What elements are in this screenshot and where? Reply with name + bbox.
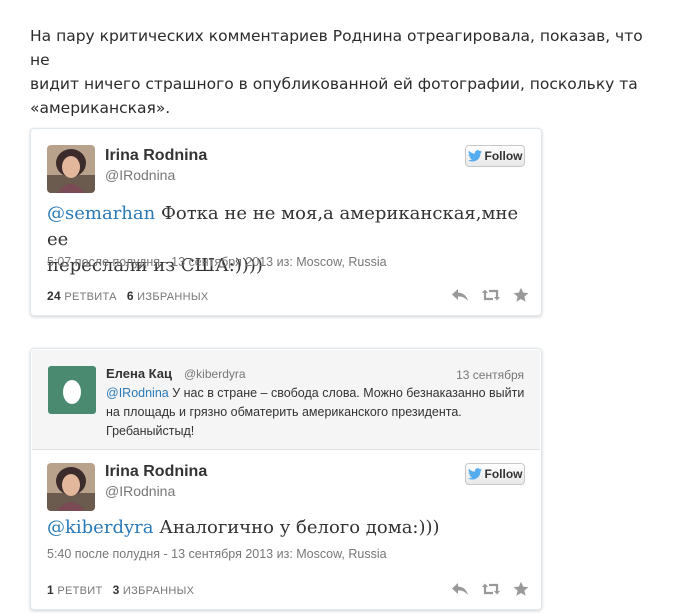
favorite-label: ИЗБРАННЫХ <box>137 291 209 303</box>
embedded-tweet-2: Елена Кац @kiberdyra 13 сентября @IRodni… <box>30 348 542 610</box>
tweet-timestamp[interactable]: 5:40 после полудня - 13 сентября 2013 из… <box>47 547 387 561</box>
avatar[interactable] <box>47 463 95 511</box>
retweet-label: РЕТВИТА <box>64 291 117 303</box>
mention-link[interactable]: @semarhan <box>47 203 155 224</box>
context-text-line: Гребаныйстыд! <box>106 424 195 438</box>
tweet-stats: 1 РЕТВИТ 3 ИЗБРАННЫХ <box>47 583 194 597</box>
tweet-actions <box>451 287 529 303</box>
retweet-count[interactable]: 24 <box>47 289 61 303</box>
tweet-actions <box>451 581 529 597</box>
twitter-bird-icon <box>467 150 482 162</box>
favorite-star-icon[interactable] <box>513 581 529 597</box>
retweet-count[interactable]: 1 <box>47 583 54 597</box>
tweet-stats: 24 РЕТВИТА 6 ИЗБРАННЫХ <box>47 289 209 303</box>
twitter-bird-icon <box>467 468 482 480</box>
embedded-tweet-1: Irina Rodnina @IRodnina Follow @semarhan… <box>30 128 542 316</box>
reply-icon[interactable] <box>451 581 469 597</box>
context-text-line: на площадь и грязно обматерить американс… <box>106 405 462 419</box>
context-author-handle[interactable]: @kiberdyra <box>184 367 246 381</box>
default-egg-avatar[interactable] <box>48 366 96 414</box>
retweet-label: РЕТВИТ <box>57 585 103 597</box>
favorite-count[interactable]: 6 <box>127 289 134 303</box>
tweet-text: @kiberdyra Аналогично у белого дома:))) <box>47 515 527 541</box>
tweet-timestamp[interactable]: 5:07 после полудня - 13 сентября 2013 из… <box>47 255 387 269</box>
avatar[interactable] <box>47 145 95 193</box>
favorite-count[interactable]: 3 <box>113 583 120 597</box>
retweet-icon[interactable] <box>481 581 501 597</box>
paragraph-line: видит ничего страшного в опубликованной … <box>30 75 638 93</box>
reply-icon[interactable] <box>451 287 469 303</box>
author-name[interactable]: Irina Rodnina <box>105 147 207 165</box>
author-handle[interactable]: @IRodnina <box>105 483 175 499</box>
follow-button[interactable]: Follow <box>465 145 525 167</box>
retweet-icon[interactable] <box>481 287 501 303</box>
paragraph-line: На пару критических комментариев Роднина… <box>30 27 643 69</box>
paragraph-line: «американская». <box>30 99 171 117</box>
tweet-text-line: Аналогично у белого дома:))) <box>153 517 440 538</box>
author-handle[interactable]: @IRodnina <box>105 167 175 183</box>
follow-label: Follow <box>484 467 523 481</box>
favorite-star-icon[interactable] <box>513 287 529 303</box>
favorite-label: ИЗБРАННЫХ <box>122 585 195 597</box>
context-date[interactable]: 13 сентября <box>456 368 524 382</box>
mention-link[interactable]: @IRodnina <box>106 386 169 400</box>
context-author-name[interactable]: Елена Кац <box>106 366 172 381</box>
follow-button[interactable]: Follow <box>465 463 525 485</box>
in-reply-to-tweet[interactable]: Елена Кац @kiberdyra 13 сентября @IRodni… <box>32 350 540 450</box>
follow-label: Follow <box>484 149 523 163</box>
mention-link[interactable]: @kiberdyra <box>47 517 153 538</box>
author-name[interactable]: Irina Rodnina <box>105 463 207 481</box>
context-text-line: У нас в стране – свобода слова. Можно бе… <box>168 386 525 400</box>
article-paragraph: На пару критических комментариев Роднина… <box>30 24 660 120</box>
context-tweet-text: @IRodnina У нас в стране – свобода слова… <box>106 384 526 441</box>
